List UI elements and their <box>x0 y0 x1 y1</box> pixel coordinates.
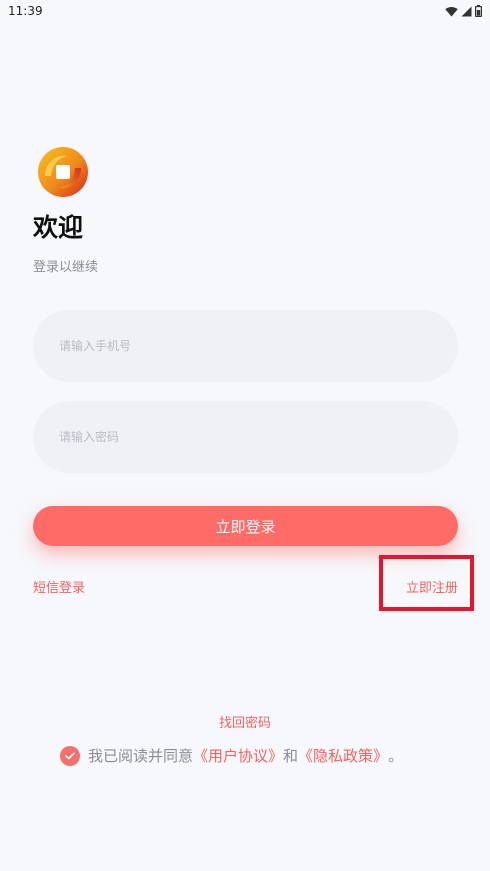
welcome-subtitle: 登录以继续 <box>33 260 99 275</box>
agreement-conjunction: 和 <box>283 747 299 765</box>
sms-login-link[interactable]: 短信登录 <box>33 577 85 596</box>
phone-field[interactable] <box>33 310 458 382</box>
agreement-row: 我已阅读并同意 《用户协议》 和 《隐私政策》 。 <box>60 745 403 766</box>
register-link[interactable]: 立即注册 <box>406 577 458 596</box>
battery-icon <box>475 5 482 17</box>
agreement-prefix: 我已阅读并同意 <box>88 747 194 765</box>
welcome-title: 欢迎 <box>33 213 84 242</box>
phone-input[interactable] <box>59 339 458 353</box>
agreement-checkbox[interactable] <box>60 745 80 766</box>
wifi-icon <box>445 6 458 16</box>
forgot-password-label[interactable]: 找回密码 <box>219 716 271 731</box>
cellular-signal-icon <box>461 6 472 16</box>
password-field[interactable] <box>33 401 458 473</box>
password-input[interactable] <box>59 430 458 444</box>
status-icons <box>445 5 482 17</box>
status-bar: 11:39 <box>0 0 490 22</box>
checkmark-icon <box>65 751 75 759</box>
forgot-password-link[interactable]: 找回密码 <box>0 712 490 731</box>
app-logo <box>38 147 88 197</box>
agreement-suffix: 。 <box>388 747 404 765</box>
login-button[interactable]: 立即登录 <box>33 506 458 546</box>
user-agreement-link[interactable]: 《用户协议》 <box>193 745 283 766</box>
status-time: 11:39 <box>8 4 43 18</box>
privacy-policy-link[interactable]: 《隐私政策》 <box>298 745 388 766</box>
